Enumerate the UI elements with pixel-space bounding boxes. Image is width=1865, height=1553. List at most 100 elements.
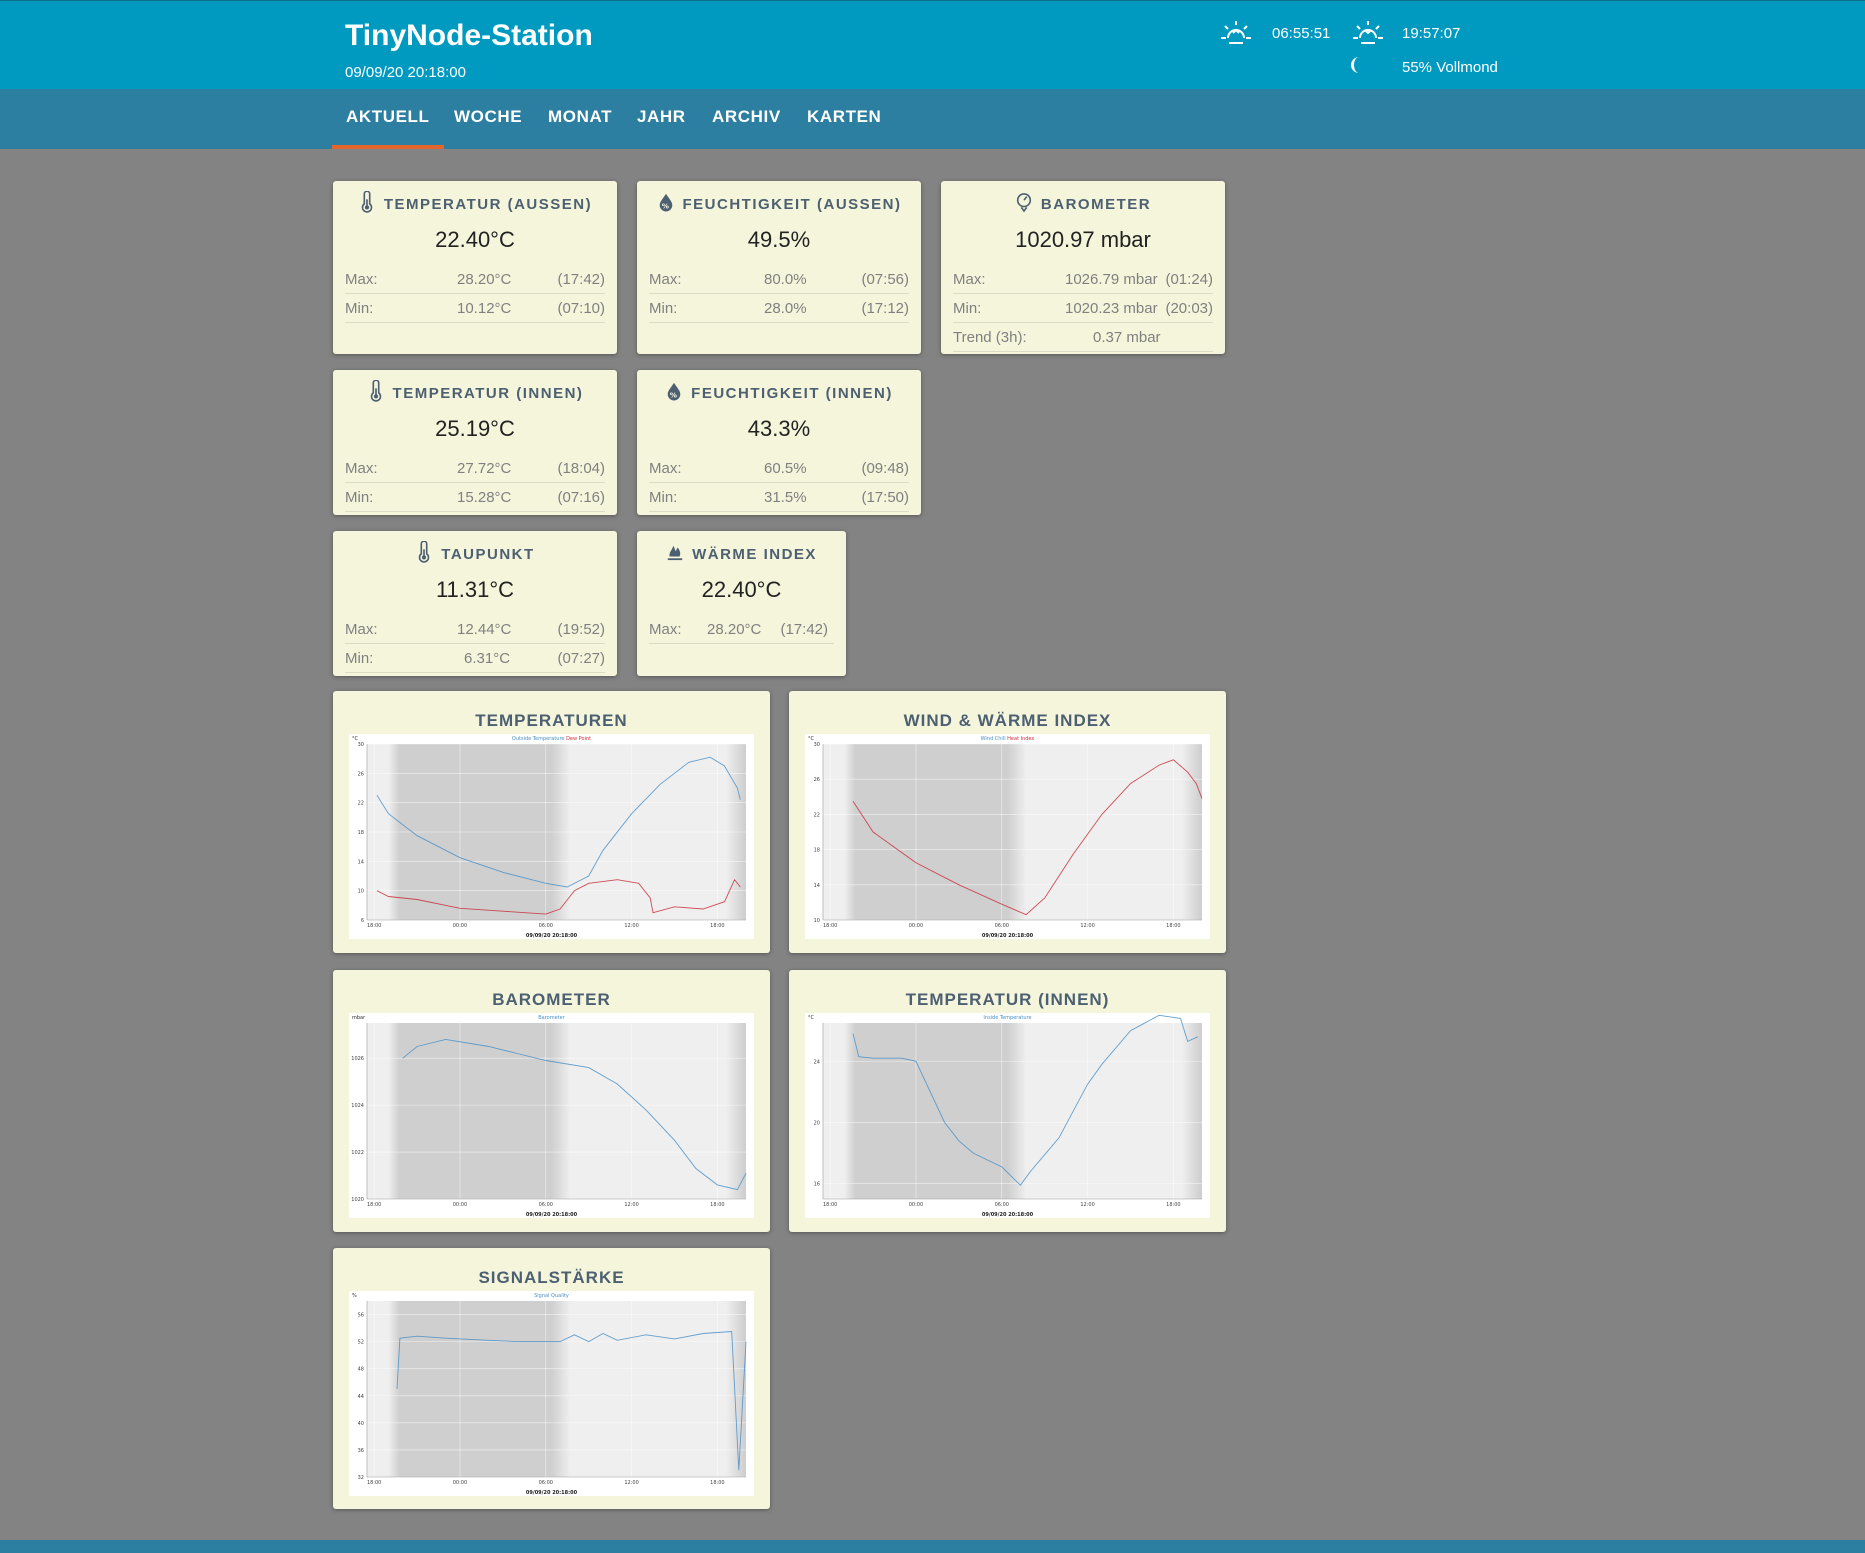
x-tick-label: 18:00 <box>367 1202 381 1208</box>
nav-tab-karten[interactable]: KARTEN <box>793 104 895 149</box>
card-title: WÄRME INDEX <box>692 546 817 563</box>
chart-svg: Signal Quality% 32 36 40 44 48 52 56 18:00 00:00 0… <box>352 1293 747 1496</box>
stat-row-min: Min: 28.0% (17:12) <box>649 294 909 323</box>
main-nav: AKTUELL WOCHE MONAT JAHR ARCHIV KARTEN <box>0 89 1865 149</box>
y-tick-label: 1022 <box>351 1150 364 1156</box>
chart-card-wind-heat-index: WIND & WÄRME INDEX Wind Chill Heat Index… <box>789 691 1226 953</box>
current-value: 11.31°C <box>435 577 515 602</box>
legend-entry: Outside Temperature <box>512 736 565 742</box>
x-tick-label: 00:00 <box>453 1480 467 1486</box>
chart-wind-heat-index[interactable]: Wind Chill Heat Index °C 10 14 18 22 26 30 18:00… <box>805 734 1210 939</box>
x-tick-label: 18:00 <box>710 1202 724 1208</box>
card-humidity-inside: FEUCHTIGKEIT (INNEN) 43.3% Max: 60.5% (09:… <box>637 370 921 515</box>
y-tick-label: 56 <box>358 1313 364 1319</box>
chart-legend: Inside Temperature <box>983 1015 1031 1021</box>
y-tick-label: 14 <box>814 883 820 889</box>
x-tick-label: 06:00 <box>995 1202 1009 1208</box>
night-shading <box>388 1301 571 1477</box>
chart-card-title: TEMPERATUR (INNEN) <box>905 990 1110 1009</box>
x-tick-label: 12:00 <box>624 1480 638 1486</box>
x-axis-label: 09/09/20 20:18:00 <box>526 933 578 939</box>
y-tick-label: 1024 <box>351 1103 364 1109</box>
chart-svg: Outside Temperature Dew Point°C610141822… <box>352 736 746 939</box>
x-tick-label: 18:00 <box>823 1202 837 1208</box>
stat-row-min: Min: 15.28°C (07:16) <box>345 483 605 512</box>
chart-temperatures[interactable]: Outside Temperature Dew Point °C 6 10 14 18 22… <box>349 734 754 939</box>
night-shading <box>388 1023 571 1199</box>
stat-row-max: Max: 60.5% (09:48) <box>649 454 909 483</box>
barometer-icon <box>1016 193 1032 212</box>
chart-legend: Wind Chill Heat Index <box>981 736 1035 742</box>
x-tick-label: 18:00 <box>367 923 381 929</box>
sunset-time: 19:57:07 <box>1402 25 1461 42</box>
card-temperature-outside: TEMPERATUR (AUSSEN) 22.40°C Max: 28.20°C(… <box>333 181 617 354</box>
legend-entry: Heat Index <box>1006 736 1035 742</box>
x-tick-label: 18:00 <box>1166 1202 1180 1208</box>
stat-row-min: Min: 10.12°C (07:10) <box>345 294 605 323</box>
card-title: BAROMETER <box>1040 196 1152 213</box>
chart-barometer[interactable]: Barometer mbar 1020 1022 1024 1026 18:00 00:00 0… <box>349 1013 754 1218</box>
x-tick-label: 12:00 <box>624 923 638 929</box>
nav-tab-archiv[interactable]: ARCHIV <box>698 104 795 149</box>
legend-entry: Barometer <box>538 1015 565 1021</box>
y-tick-label: 10 <box>358 889 364 895</box>
site-header: TinyNode-Station 09/09/20 20:18:00 06:55… <box>0 0 1865 89</box>
night-shading <box>844 1023 1027 1199</box>
y-tick-label: 40 <box>358 1421 364 1427</box>
nav-tab-woche[interactable]: WOCHE <box>440 104 536 149</box>
card-title: FEUCHTIGKEIT (AUSSEN) <box>682 196 902 213</box>
chart-card-title: BAROMETER <box>492 990 611 1009</box>
y-tick-label: 18 <box>358 830 364 836</box>
chart-card-title: SIGNALSTÄRKE <box>478 1268 625 1287</box>
chart-signal[interactable]: Signal Quality% 32 36 40 44 48 52 56 18:00 00:00 0… <box>349 1291 754 1496</box>
chart-legend: Outside Temperature Dew Point <box>512 736 591 742</box>
chart-card-barometer: BAROMETER Barometer mbar 1020 1022 1024 1026 1… <box>333 970 770 1232</box>
footer-bar <box>0 1540 1865 1553</box>
stat-row-max: Max: 27.72°C (18:04) <box>345 454 605 483</box>
x-tick-label: 12:00 <box>1080 923 1094 929</box>
stat-row-min: Min: 6.31°C (07:27) <box>345 644 605 673</box>
chart-temperature-inside[interactable]: Inside Temperature °C 16 20 24 18:00 00:00 06:0… <box>805 1013 1210 1218</box>
card-title: FEUCHTIGKEIT (INNEN) <box>691 385 893 402</box>
x-axis-label: 09/09/20 20:18:00 <box>526 1490 578 1496</box>
chart-legend: Signal Quality <box>534 1293 569 1299</box>
site-title[interactable]: TinyNode-Station <box>345 19 593 53</box>
y-axis-unit: °C <box>808 1015 815 1021</box>
y-tick-label: 14 <box>358 859 364 865</box>
x-tick-label: 18:00 <box>710 1480 724 1486</box>
fire-icon <box>666 544 684 561</box>
y-tick-label: 30 <box>358 742 364 748</box>
thermometer-icon <box>418 541 430 563</box>
y-tick-label: 24 <box>814 1059 820 1065</box>
stat-row-max: Max: 28.20°C (17:42) <box>649 615 834 644</box>
chart-legend: Barometer <box>538 1015 565 1021</box>
sunrise-icon <box>1221 21 1251 44</box>
night-shading <box>844 744 1027 920</box>
x-tick-label: 00:00 <box>453 1202 467 1208</box>
nav-tab-jahr[interactable]: JAHR <box>623 104 700 149</box>
x-tick-label: 06:00 <box>539 1480 553 1486</box>
chart-card-title: WIND & WÄRME INDEX <box>903 711 1112 730</box>
x-axis-label: 09/09/20 20:18:00 <box>982 1212 1034 1218</box>
card-title: TAUPUNKT <box>441 546 535 563</box>
y-tick-label: 52 <box>358 1340 364 1346</box>
humidity-icon <box>667 382 681 401</box>
evening-shading <box>725 1023 746 1199</box>
station-datetime: 09/09/20 20:18:00 <box>345 64 466 81</box>
nav-tab-monat[interactable]: MONAT <box>534 104 626 149</box>
stat-row-max: Max: 12.44°C (19:52) <box>345 615 605 644</box>
y-tick-label: 44 <box>358 1394 364 1400</box>
legend-entry: Signal Quality <box>534 1293 569 1299</box>
x-tick-label: 18:00 <box>823 923 837 929</box>
card-barometer: BAROMETER 1020.97 mbar Max: 1026.79 mbar(… <box>941 181 1225 354</box>
current-value: 49.5% <box>747 227 811 252</box>
y-tick-label: 6 <box>361 918 364 924</box>
chart-svg: Barometer mbar 1020 1022 1024 1026 18:00 00:00 0… <box>351 1015 747 1218</box>
chart-svg: Inside Temperature °C 16 20 24 18:00 00:00 06:0… <box>808 1014 1202 1218</box>
thermometer-icon <box>370 380 381 402</box>
y-tick-label: 22 <box>358 801 364 807</box>
nav-tab-aktuell[interactable]: AKTUELL <box>332 104 444 149</box>
y-tick-label: 30 <box>814 742 820 748</box>
legend-entry: Dew Point <box>564 736 591 742</box>
x-tick-label: 00:00 <box>909 1202 923 1208</box>
